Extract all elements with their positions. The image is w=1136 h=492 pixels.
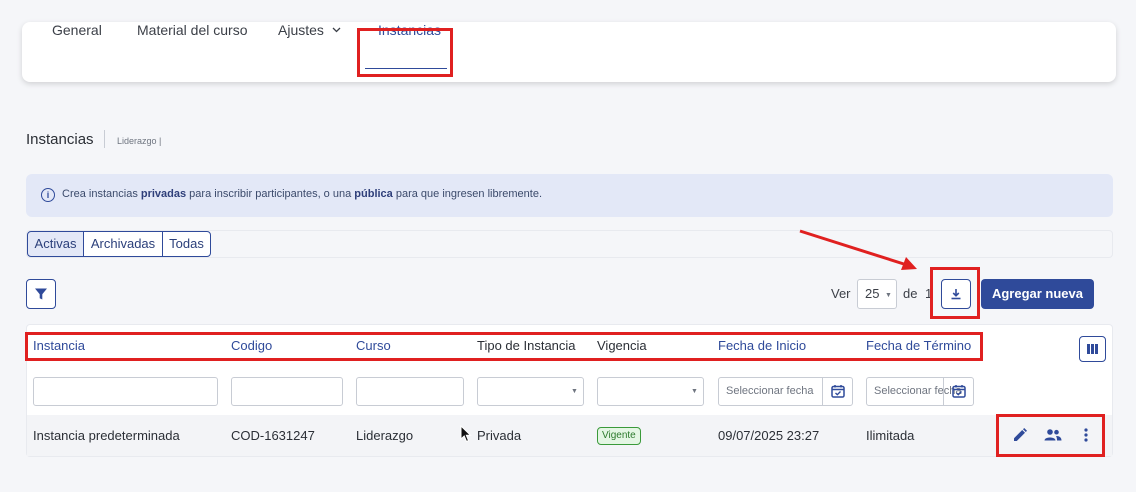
filter-vigencia-select[interactable]	[597, 377, 704, 406]
cell-fecha-termino: Ilimitada	[866, 428, 915, 443]
cell-curso: Liderazgo	[356, 428, 414, 443]
caret-down-icon: ▼	[691, 388, 698, 395]
filter-todas[interactable]: Todas	[162, 231, 211, 257]
tab-general[interactable]: General	[52, 22, 102, 38]
columns-toggle-button[interactable]	[1079, 336, 1106, 362]
cell-fecha-inicio: 09/07/2025 23:27	[718, 428, 820, 443]
filter-codigo-input[interactable]	[231, 377, 343, 406]
highlight-box-headers	[25, 332, 983, 361]
tab-ajustes[interactable]: Ajustes	[278, 22, 341, 38]
cell-instancia: Instancia predeterminada	[33, 428, 180, 443]
filter-instancia-input[interactable]	[33, 377, 218, 406]
page-size-label: Ver	[831, 286, 851, 301]
info-icon: i	[41, 188, 55, 202]
calendar-icon	[831, 385, 845, 398]
caret-down-icon: ▼	[885, 292, 892, 299]
page-subtitle: Liderazgo |	[117, 136, 162, 146]
caret-down-icon: ▼	[571, 388, 578, 395]
filter-archivadas[interactable]: Archivadas	[83, 231, 163, 257]
chevron-down-icon	[332, 27, 341, 33]
tab-material-del-curso[interactable]: Material del curso	[137, 22, 248, 38]
info-text-part: para que ingresen libremente.	[392, 188, 543, 200]
cell-tipo: Privada	[477, 428, 522, 443]
info-text-publica: pública	[354, 188, 393, 200]
tab-ajustes-label: Ajustes	[278, 22, 324, 38]
annotation-arrow	[799, 229, 917, 270]
mouse-cursor-icon	[460, 425, 472, 443]
filter-tipo-select[interactable]	[477, 377, 584, 406]
info-text-part: Crea instancias	[62, 188, 141, 200]
title-divider	[104, 130, 105, 148]
filter-curso-input[interactable]	[356, 377, 464, 406]
info-text-part: para inscribir participantes, o una	[186, 188, 355, 200]
table-row[interactable]	[27, 415, 1112, 456]
page-size-value: 25	[865, 286, 880, 301]
columns-icon	[1087, 344, 1098, 354]
funnel-icon	[35, 288, 47, 300]
page-title: Instancias	[26, 131, 94, 148]
status-badge: Vigente	[597, 427, 641, 445]
page-of-label: de	[903, 286, 918, 301]
calendar-icon	[952, 385, 966, 398]
highlight-box-tab	[357, 28, 453, 77]
info-text-privadas: privadas	[140, 188, 187, 200]
calendar-button-termino[interactable]	[943, 377, 973, 406]
info-banner-text: Crea instancias privadas para inscribir …	[62, 188, 542, 200]
highlight-box-actions	[996, 414, 1105, 457]
filter-button[interactable]	[26, 279, 56, 309]
cell-codigo: COD-1631247	[231, 428, 315, 443]
highlight-box-download	[930, 267, 980, 319]
calendar-button-inicio[interactable]	[822, 377, 852, 406]
filter-activas[interactable]: Activas	[27, 231, 84, 257]
add-new-button[interactable]: Agregar nueva	[981, 279, 1094, 309]
